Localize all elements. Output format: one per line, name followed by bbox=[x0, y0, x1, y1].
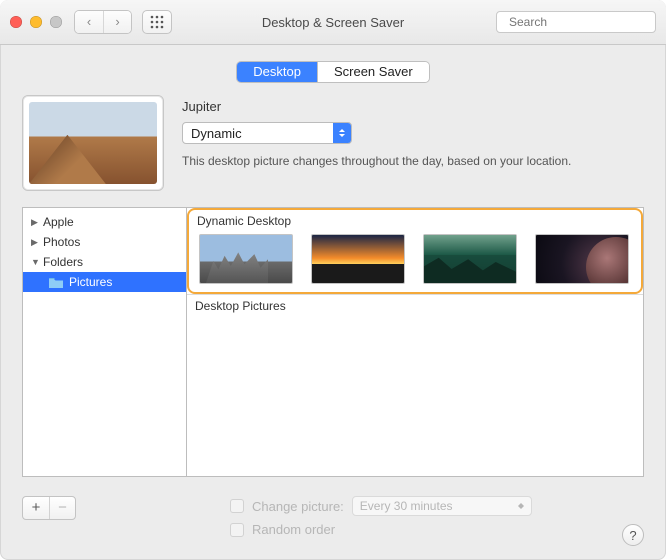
disclosure-triangle-icon: ▶ bbox=[31, 217, 41, 228]
disclosure-triangle-down-icon: ▼ bbox=[31, 257, 41, 267]
wallpaper-option[interactable] bbox=[535, 234, 629, 284]
random-order-checkbox[interactable] bbox=[230, 523, 244, 537]
dynamic-desktop-group: Dynamic Desktop bbox=[187, 208, 643, 294]
desktop-pictures-group: Desktop Pictures bbox=[187, 294, 643, 476]
tab-bar: Desktop Screen Saver bbox=[236, 61, 429, 83]
minimize-window[interactable] bbox=[30, 16, 42, 28]
wallpaper-mode-hint: This desktop picture changes throughout … bbox=[182, 154, 644, 168]
sidebar-item-label: Apple bbox=[43, 215, 74, 229]
change-picture-checkbox[interactable] bbox=[230, 499, 244, 513]
folder-icon bbox=[49, 277, 63, 288]
wallpaper-name: Jupiter bbox=[182, 99, 644, 114]
wallpaper-mode-label: Dynamic bbox=[191, 126, 242, 141]
back-button[interactable]: ‹ bbox=[75, 11, 103, 33]
current-wallpaper-preview bbox=[22, 95, 164, 191]
nav-back-forward: ‹ › bbox=[74, 10, 132, 34]
wallpaper-mode-dropdown[interactable]: Dynamic bbox=[182, 122, 352, 144]
close-window[interactable] bbox=[10, 16, 22, 28]
sidebar-item-pictures[interactable]: Pictures bbox=[23, 272, 186, 292]
sidebar-item-photos[interactable]: ▶ Photos bbox=[23, 232, 186, 252]
wallpaper-option[interactable] bbox=[311, 234, 405, 284]
sidebar-item-label: Pictures bbox=[69, 275, 112, 289]
search-input[interactable] bbox=[507, 14, 666, 30]
disclosure-triangle-icon: ▶ bbox=[31, 237, 41, 248]
help-button[interactable]: ? bbox=[622, 524, 644, 546]
random-order-label: Random order bbox=[252, 522, 335, 537]
add-source-button[interactable]: + bbox=[23, 497, 49, 519]
tab-screensaver[interactable]: Screen Saver bbox=[317, 62, 429, 82]
wallpaper-option[interactable] bbox=[199, 234, 293, 284]
show-all-prefs-button[interactable] bbox=[142, 10, 172, 34]
add-remove-source: + − bbox=[22, 496, 76, 520]
sidebar-item-apple[interactable]: ▶ Apple bbox=[23, 212, 186, 232]
source-sidebar[interactable]: ▶ Apple ▶ Photos ▼ Folders Pictures bbox=[22, 207, 186, 477]
sidebar-item-folders[interactable]: ▼ Folders bbox=[23, 252, 186, 272]
wallpaper-option[interactable] bbox=[423, 234, 517, 284]
forward-button[interactable]: › bbox=[103, 11, 131, 33]
group-header: Desktop Pictures bbox=[187, 295, 643, 319]
wallpaper-thumb-icon bbox=[29, 102, 157, 184]
tab-desktop[interactable]: Desktop bbox=[237, 62, 317, 82]
sidebar-item-label: Photos bbox=[43, 235, 80, 249]
dropdown-stepper-icon bbox=[333, 123, 351, 143]
change-interval-popup[interactable]: Every 30 minutes bbox=[352, 496, 532, 516]
remove-source-button[interactable]: − bbox=[49, 497, 75, 519]
search-field[interactable] bbox=[496, 11, 656, 33]
zoom-window[interactable] bbox=[50, 16, 62, 28]
group-header: Dynamic Desktop bbox=[189, 210, 641, 234]
change-picture-label: Change picture: bbox=[252, 499, 344, 514]
change-interval-label: Every 30 minutes bbox=[360, 499, 453, 513]
grid-icon bbox=[150, 15, 164, 29]
sidebar-item-label: Folders bbox=[43, 255, 83, 269]
